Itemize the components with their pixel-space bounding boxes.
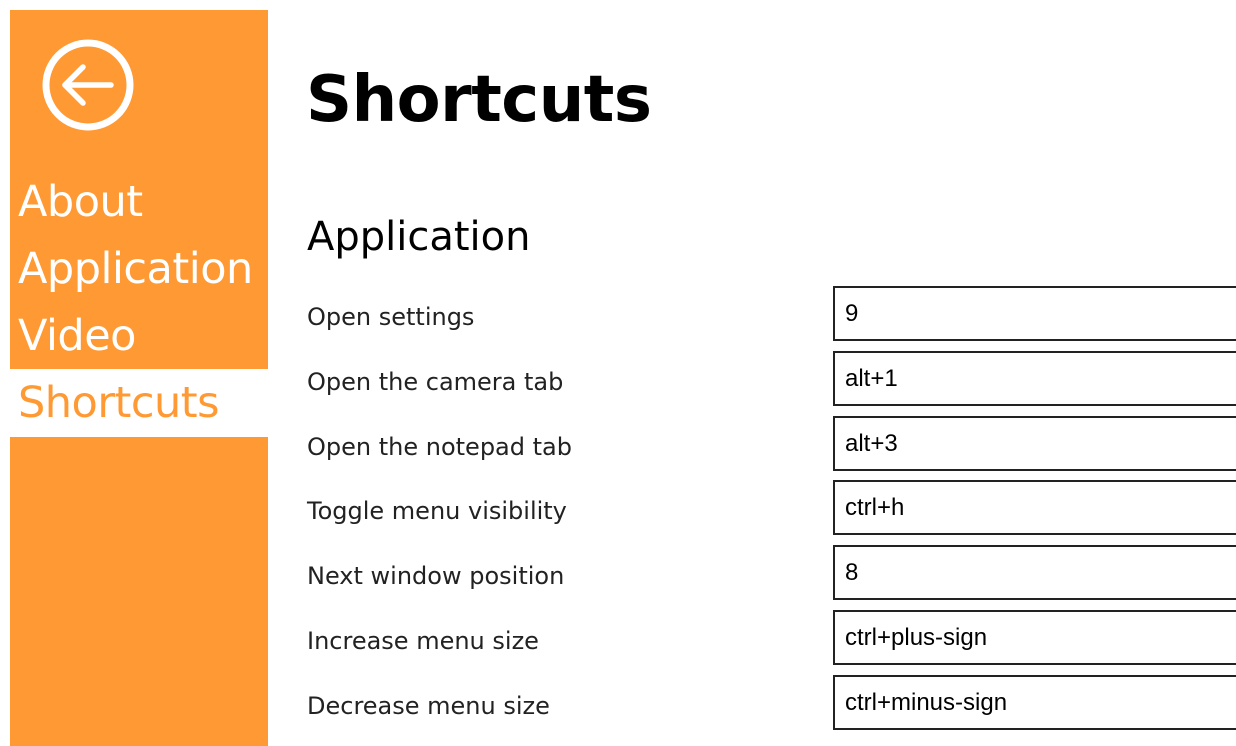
shortcut-row-decrease-menu-size: Decrease menu size ctrl+minus-sign (0, 675, 1236, 731)
shortcut-label: Decrease menu size (307, 692, 550, 720)
shortcut-label: Next window position (307, 562, 565, 590)
sidebar-item-about[interactable]: About (10, 168, 268, 236)
shortcut-label: Open the notepad tab (307, 433, 572, 461)
shortcut-input[interactable]: alt+3 (833, 416, 1236, 471)
shortcut-row-open-camera-tab: Open the camera tab alt+1 (0, 351, 1236, 407)
shortcut-label: Increase menu size (307, 627, 539, 655)
shortcut-input[interactable]: ctrl+h (833, 480, 1236, 535)
shortcut-label: Open the camera tab (307, 368, 564, 396)
shortcut-row-toggle-menu-visibility: Toggle menu visibility ctrl+h (0, 480, 1236, 536)
section-title: Application (307, 214, 531, 260)
back-button[interactable] (41, 38, 135, 132)
shortcut-row-open-notepad-tab: Open the notepad tab alt+3 (0, 416, 1236, 472)
shortcut-row-next-window-position: Next window position 8 (0, 545, 1236, 601)
shortcut-label: Open settings (307, 303, 475, 331)
shortcut-label: Toggle menu visibility (307, 497, 567, 525)
shortcut-input[interactable]: alt+1 (833, 351, 1236, 406)
shortcut-row-open-settings: Open settings 9 (0, 286, 1236, 342)
shortcut-input[interactable]: ctrl+plus-sign (833, 610, 1236, 665)
shortcut-input[interactable]: 8 (833, 545, 1236, 600)
shortcut-row-increase-menu-size: Increase menu size ctrl+plus-sign (0, 610, 1236, 666)
page-title: Shortcuts (306, 63, 652, 137)
shortcut-input[interactable]: 9 (833, 286, 1236, 341)
shortcut-input[interactable]: ctrl+minus-sign (833, 675, 1236, 730)
back-arrow-icon (42, 39, 134, 131)
